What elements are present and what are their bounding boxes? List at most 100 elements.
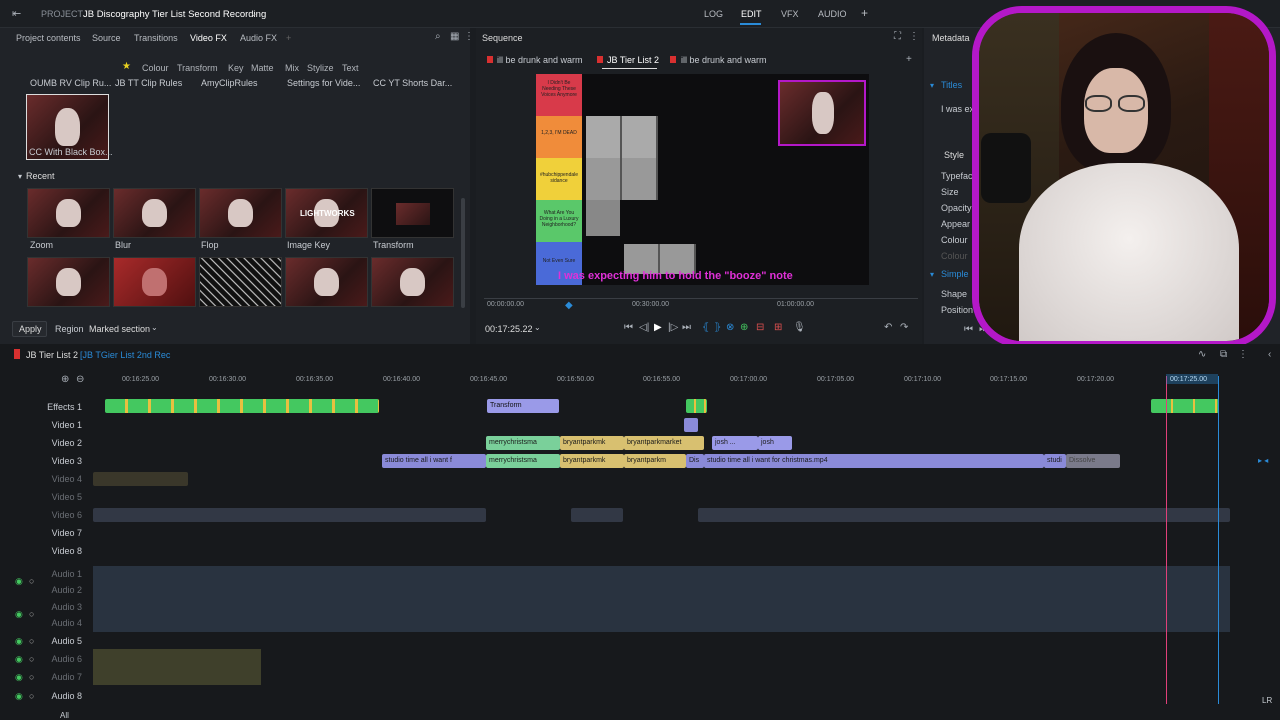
audio-clips[interactable] bbox=[93, 566, 1230, 632]
tab-transitions[interactable]: Transitions bbox=[134, 33, 178, 43]
mark-out-icon[interactable]: ⦄ bbox=[714, 322, 721, 333]
audio-enable-icon[interactable]: ◉ bbox=[15, 672, 23, 683]
chevron-down-icon[interactable]: ⌄ bbox=[534, 323, 541, 332]
effect-clip[interactable] bbox=[105, 399, 379, 413]
step-back-icon[interactable]: ◁| bbox=[639, 322, 649, 333]
track-label[interactable]: Audio 5 bbox=[0, 636, 82, 646]
disabled-clip[interactable] bbox=[571, 508, 623, 522]
recent-thumbnail[interactable] bbox=[113, 257, 196, 307]
disabled-clip[interactable] bbox=[93, 508, 486, 522]
audio-solo-icon[interactable]: ○ bbox=[29, 672, 34, 682]
track-label[interactable]: Audio 2 bbox=[0, 585, 82, 595]
fx-preset[interactable]: AmyClipRules bbox=[201, 78, 289, 88]
fx-preset[interactable]: Settings for Vide... bbox=[287, 78, 375, 88]
fx-category-colour[interactable]: Colour bbox=[142, 63, 169, 73]
more-icon[interactable]: ⋮ bbox=[1238, 349, 1248, 360]
more-icon[interactable]: ⋮ bbox=[909, 31, 919, 42]
overwrite-icon[interactable]: ⊟ bbox=[756, 322, 764, 333]
audio-enable-icon[interactable]: ◉ bbox=[15, 609, 23, 620]
scrub-playhead[interactable]: ◆ bbox=[565, 300, 573, 311]
recent-thumbnail[interactable] bbox=[27, 188, 110, 238]
undo-icon[interactable]: ↶ bbox=[884, 322, 892, 333]
audio-enable-icon[interactable]: ◉ bbox=[15, 636, 23, 647]
tab-audio[interactable]: AUDIO bbox=[818, 9, 847, 19]
fx-category-key[interactable]: Key bbox=[228, 63, 244, 73]
chevron-left-icon[interactable]: ‹ bbox=[1268, 349, 1271, 360]
back-icon[interactable]: ⇤ bbox=[12, 7, 21, 20]
apply-button[interactable]: Apply bbox=[12, 321, 47, 337]
video-clip[interactable]: merrychristsma bbox=[486, 454, 560, 468]
tab-video-fx[interactable]: Video FX bbox=[190, 33, 227, 43]
zoom-in-icon[interactable]: ⊕ bbox=[61, 374, 69, 385]
add-icon[interactable]: + bbox=[906, 54, 912, 65]
fx-category-text[interactable]: Text bbox=[342, 63, 359, 73]
tab-source[interactable]: Source bbox=[92, 33, 121, 43]
viewer-tab-active[interactable]: JB Tier List 2 bbox=[607, 55, 659, 65]
track-label[interactable]: Audio 7 bbox=[0, 672, 82, 682]
video-clip[interactable]: bryantparkmk bbox=[560, 454, 624, 468]
recent-thumbnail[interactable] bbox=[199, 188, 282, 238]
add-tab-button[interactable]: + bbox=[861, 6, 868, 20]
fx-preset[interactable]: CC YT Shorts Dar... bbox=[373, 78, 461, 88]
video-clip[interactable]: josh bbox=[758, 436, 792, 450]
audio-solo-icon[interactable]: ○ bbox=[29, 691, 34, 701]
video-clip[interactable]: josh ... bbox=[712, 436, 758, 450]
video-clip[interactable]: bryantparkmk bbox=[560, 436, 624, 450]
video-clip[interactable]: studio time all i want for christmas.mp4 bbox=[704, 454, 1044, 468]
clear-marks-icon[interactable]: ⊗ bbox=[726, 322, 734, 333]
audio-clips[interactable] bbox=[93, 649, 261, 685]
titles-value[interactable]: I was ex bbox=[941, 104, 974, 114]
audio-enable-icon[interactable]: ◉ bbox=[15, 576, 23, 587]
transform-clip[interactable]: Transform bbox=[487, 399, 559, 413]
step-forward-icon[interactable]: |▷ bbox=[668, 322, 678, 333]
fx-category-mix[interactable]: Mix bbox=[285, 63, 299, 73]
track-label[interactable]: Audio 3 bbox=[0, 602, 82, 612]
simple-section[interactable]: Simple bbox=[941, 269, 969, 279]
track-label[interactable]: Video 8 bbox=[0, 546, 82, 556]
redo-icon[interactable]: ↷ bbox=[900, 322, 908, 333]
fullscreen-icon[interactable]: ⛶ bbox=[894, 31, 901, 42]
chevron-down-icon[interactable]: ▾ bbox=[18, 172, 22, 181]
track-label[interactable]: Video 3 bbox=[0, 456, 82, 466]
go-to-start-icon[interactable]: ⏮ bbox=[964, 324, 973, 335]
video-clip[interactable]: Dis bbox=[686, 454, 704, 468]
scrollbar[interactable] bbox=[461, 198, 465, 308]
video-clip[interactable]: bryantparkm bbox=[624, 454, 686, 468]
tab-vfx[interactable]: VFX bbox=[781, 9, 799, 19]
fx-category-matte[interactable]: Matte bbox=[251, 63, 274, 73]
scrub-bar[interactable] bbox=[484, 298, 918, 299]
audio-enable-icon[interactable]: ◉ bbox=[15, 691, 23, 702]
recent-thumbnail[interactable] bbox=[199, 257, 282, 307]
recent-thumbnail[interactable] bbox=[371, 257, 454, 307]
viewer-tab[interactable]: ill be drunk and warm bbox=[497, 55, 583, 65]
track-label[interactable]: Audio 8 bbox=[0, 691, 82, 701]
recent-thumbnail[interactable]: LIGHTWORKS bbox=[285, 188, 368, 238]
video-clip[interactable]: merrychristsma bbox=[486, 436, 560, 450]
play-icon[interactable]: ▶ bbox=[654, 322, 662, 333]
favorites-star-icon[interactable]: ★ bbox=[122, 61, 131, 72]
video-clip[interactable]: studio time all i want f bbox=[382, 454, 486, 468]
viewer-tab[interactable]: ill be drunk and warm bbox=[681, 55, 767, 65]
track-label[interactable]: Audio 4 bbox=[0, 618, 82, 628]
track-label[interactable]: Video 4 bbox=[0, 474, 82, 484]
tab-edit[interactable]: EDIT bbox=[741, 9, 762, 19]
fx-category-transform[interactable]: Transform bbox=[177, 63, 218, 73]
track-label[interactable]: Video 2 bbox=[0, 438, 82, 448]
more-icon[interactable]: ⋮ bbox=[464, 31, 474, 42]
out-marker[interactable] bbox=[1218, 376, 1219, 704]
recent-thumbnail[interactable] bbox=[27, 257, 110, 307]
audio-enable-icon[interactable]: ◉ bbox=[15, 654, 23, 665]
track-label[interactable]: Audio 1 bbox=[0, 569, 82, 579]
audio-solo-icon[interactable]: ○ bbox=[29, 576, 34, 586]
recent-thumbnail[interactable] bbox=[113, 188, 196, 238]
project-name[interactable]: JB Discography Tier List Second Recordin… bbox=[83, 9, 266, 20]
track-label[interactable]: Video 5 bbox=[0, 492, 82, 502]
track-label[interactable]: Video 7 bbox=[0, 528, 82, 538]
marked-section[interactable] bbox=[1166, 374, 1218, 384]
recent-thumbnail[interactable] bbox=[371, 188, 454, 238]
effect-clip[interactable] bbox=[686, 399, 707, 413]
current-timecode[interactable]: 00:17:25.22 bbox=[485, 324, 533, 334]
video-frame[interactable]: I Didn't Be Needing These Voices Anymore… bbox=[536, 74, 869, 285]
grid-view-icon[interactable]: ▦ bbox=[450, 31, 459, 42]
disabled-clip[interactable] bbox=[93, 472, 188, 486]
